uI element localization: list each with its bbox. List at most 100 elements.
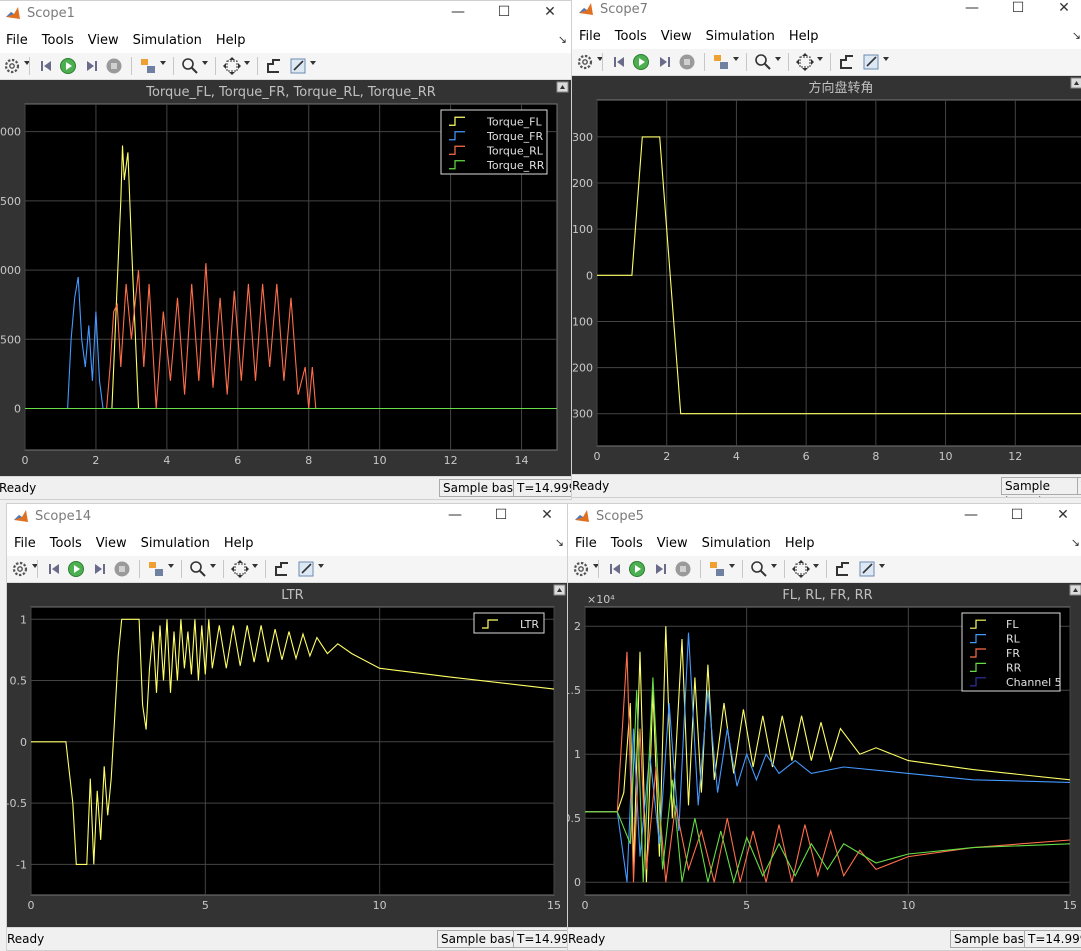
chevron-down-icon[interactable] (883, 57, 889, 61)
stop-icon[interactable] (678, 53, 696, 71)
zoom-icon[interactable] (189, 560, 207, 578)
scope-display[interactable]: LTR 0 5 10 15 -1 -0.5 0 0.5 1 LTR (7, 583, 568, 928)
chevron-down-icon[interactable] (202, 61, 208, 65)
chevron-down-icon[interactable] (771, 564, 777, 568)
menu-item-help[interactable]: Help (209, 29, 253, 48)
close-button[interactable]: ✕ (1041, 0, 1081, 21)
chevron-down-icon[interactable] (813, 564, 819, 568)
highlight-icon[interactable] (147, 560, 165, 578)
minimize-button[interactable]: — (948, 504, 994, 528)
style-icon[interactable] (289, 57, 307, 75)
run-icon[interactable] (628, 560, 646, 578)
dock-icon[interactable]: ↘ (555, 536, 564, 549)
menu-item-simulation[interactable]: Simulation (695, 532, 778, 551)
stop-icon[interactable] (674, 560, 692, 578)
style-icon[interactable] (297, 560, 315, 578)
minimize-button[interactable]: — (435, 1, 481, 25)
menu-item-view[interactable]: View (89, 532, 134, 551)
maximize-button[interactable]: ☐ (481, 1, 527, 25)
menu-item-help[interactable]: Help (217, 532, 261, 551)
cursor-icon[interactable] (273, 560, 291, 578)
chevron-down-icon[interactable] (244, 61, 250, 65)
scope-display[interactable]: 方向盘转角 0 2 4 6 8 10 12 -300 -200 -100 0 100 200 300 (572, 76, 1081, 474)
fit-icon[interactable] (792, 560, 810, 578)
minimize-button[interactable]: — (432, 504, 478, 528)
fit-icon[interactable] (231, 560, 249, 578)
scope-display[interactable]: Torque_FL, Torque_FR, Torque_RL, Torque_… (0, 80, 571, 478)
y-tick-label: 0 (20, 736, 27, 749)
zoom-icon[interactable] (181, 57, 199, 75)
close-button[interactable]: ✕ (1040, 504, 1081, 528)
chevron-down-icon[interactable] (775, 57, 781, 61)
cursor-icon[interactable] (265, 57, 283, 75)
menu-item-view[interactable]: View (81, 29, 126, 48)
step-forward-icon[interactable] (91, 560, 109, 578)
zoom-icon[interactable] (750, 560, 768, 578)
menu-item-simulation[interactable]: Simulation (126, 29, 209, 48)
y-tick-label: 0.5 (10, 675, 28, 688)
run-icon[interactable] (632, 53, 650, 71)
menu-item-file[interactable]: File (0, 29, 35, 48)
cursor-icon[interactable] (834, 560, 852, 578)
stop-icon[interactable] (105, 57, 123, 75)
menu-item-view[interactable]: View (650, 532, 695, 551)
dock-icon[interactable]: ↘ (1071, 536, 1080, 549)
step-back-icon[interactable] (606, 560, 624, 578)
stop-icon[interactable] (113, 560, 131, 578)
gear-icon[interactable] (11, 560, 29, 578)
status-time: T=14.999 (513, 930, 568, 948)
dock-icon[interactable]: ↘ (558, 33, 567, 46)
chevron-down-icon[interactable] (733, 57, 739, 61)
highlight-icon[interactable] (712, 53, 730, 71)
scope-display[interactable]: FL, RL, FR, RR ×10⁴ 0 5 10 15 0 0.5 1 1.5 2 FL RLFRR… (568, 583, 1081, 928)
menu-item-help[interactable]: Help (782, 25, 826, 44)
chevron-down-icon[interactable] (210, 564, 216, 568)
chevron-down-icon[interactable] (168, 564, 174, 568)
maximize-button[interactable]: ☐ (994, 504, 1040, 528)
menu-item-file[interactable]: File (7, 532, 43, 551)
chevron-down-icon[interactable] (252, 564, 258, 568)
menu-item-simulation[interactable]: Simulation (699, 25, 782, 44)
step-back-icon[interactable] (37, 57, 55, 75)
gear-icon[interactable] (576, 53, 594, 71)
maximize-button[interactable]: ☐ (478, 504, 524, 528)
menu-item-view[interactable]: View (654, 25, 699, 44)
gear-icon[interactable] (572, 560, 590, 578)
close-button[interactable]: ✕ (527, 1, 571, 25)
style-icon[interactable] (858, 560, 876, 578)
menu-item-file[interactable]: File (572, 25, 608, 44)
highlight-icon[interactable] (708, 560, 726, 578)
close-button[interactable]: ✕ (524, 504, 568, 528)
run-icon[interactable] (59, 57, 77, 75)
menu-item-tools[interactable]: Tools (604, 532, 650, 551)
maximize-button[interactable]: ☐ (995, 0, 1041, 21)
chevron-down-icon[interactable] (318, 564, 324, 568)
zoom-icon[interactable] (754, 53, 772, 71)
menu-item-simulation[interactable]: Simulation (134, 532, 217, 551)
menu-item-tools[interactable]: Tools (608, 25, 654, 44)
chevron-down-icon[interactable] (729, 564, 735, 568)
gear-icon[interactable] (3, 57, 21, 75)
dock-icon[interactable]: ↘ (1072, 29, 1081, 42)
style-icon[interactable] (862, 53, 880, 71)
chevron-down-icon[interactable] (310, 61, 316, 65)
step-forward-icon[interactable] (656, 53, 674, 71)
fit-icon[interactable] (223, 57, 241, 75)
chevron-down-icon[interactable] (879, 564, 885, 568)
minimize-button[interactable]: — (949, 0, 995, 21)
fit-icon[interactable] (796, 53, 814, 71)
step-forward-icon[interactable] (652, 560, 670, 578)
menu-item-tools[interactable]: Tools (43, 532, 89, 551)
step-back-icon[interactable] (45, 560, 63, 578)
chevron-down-icon[interactable] (817, 57, 823, 61)
highlight-icon[interactable] (139, 57, 157, 75)
menu-item-file[interactable]: File (568, 532, 604, 551)
step-back-icon[interactable] (610, 53, 628, 71)
chevron-down-icon[interactable] (160, 61, 166, 65)
run-icon[interactable] (67, 560, 85, 578)
toolbar-separator (131, 57, 132, 75)
step-forward-icon[interactable] (83, 57, 101, 75)
menu-item-tools[interactable]: Tools (35, 29, 81, 48)
cursor-icon[interactable] (838, 53, 856, 71)
menu-item-help[interactable]: Help (778, 532, 822, 551)
